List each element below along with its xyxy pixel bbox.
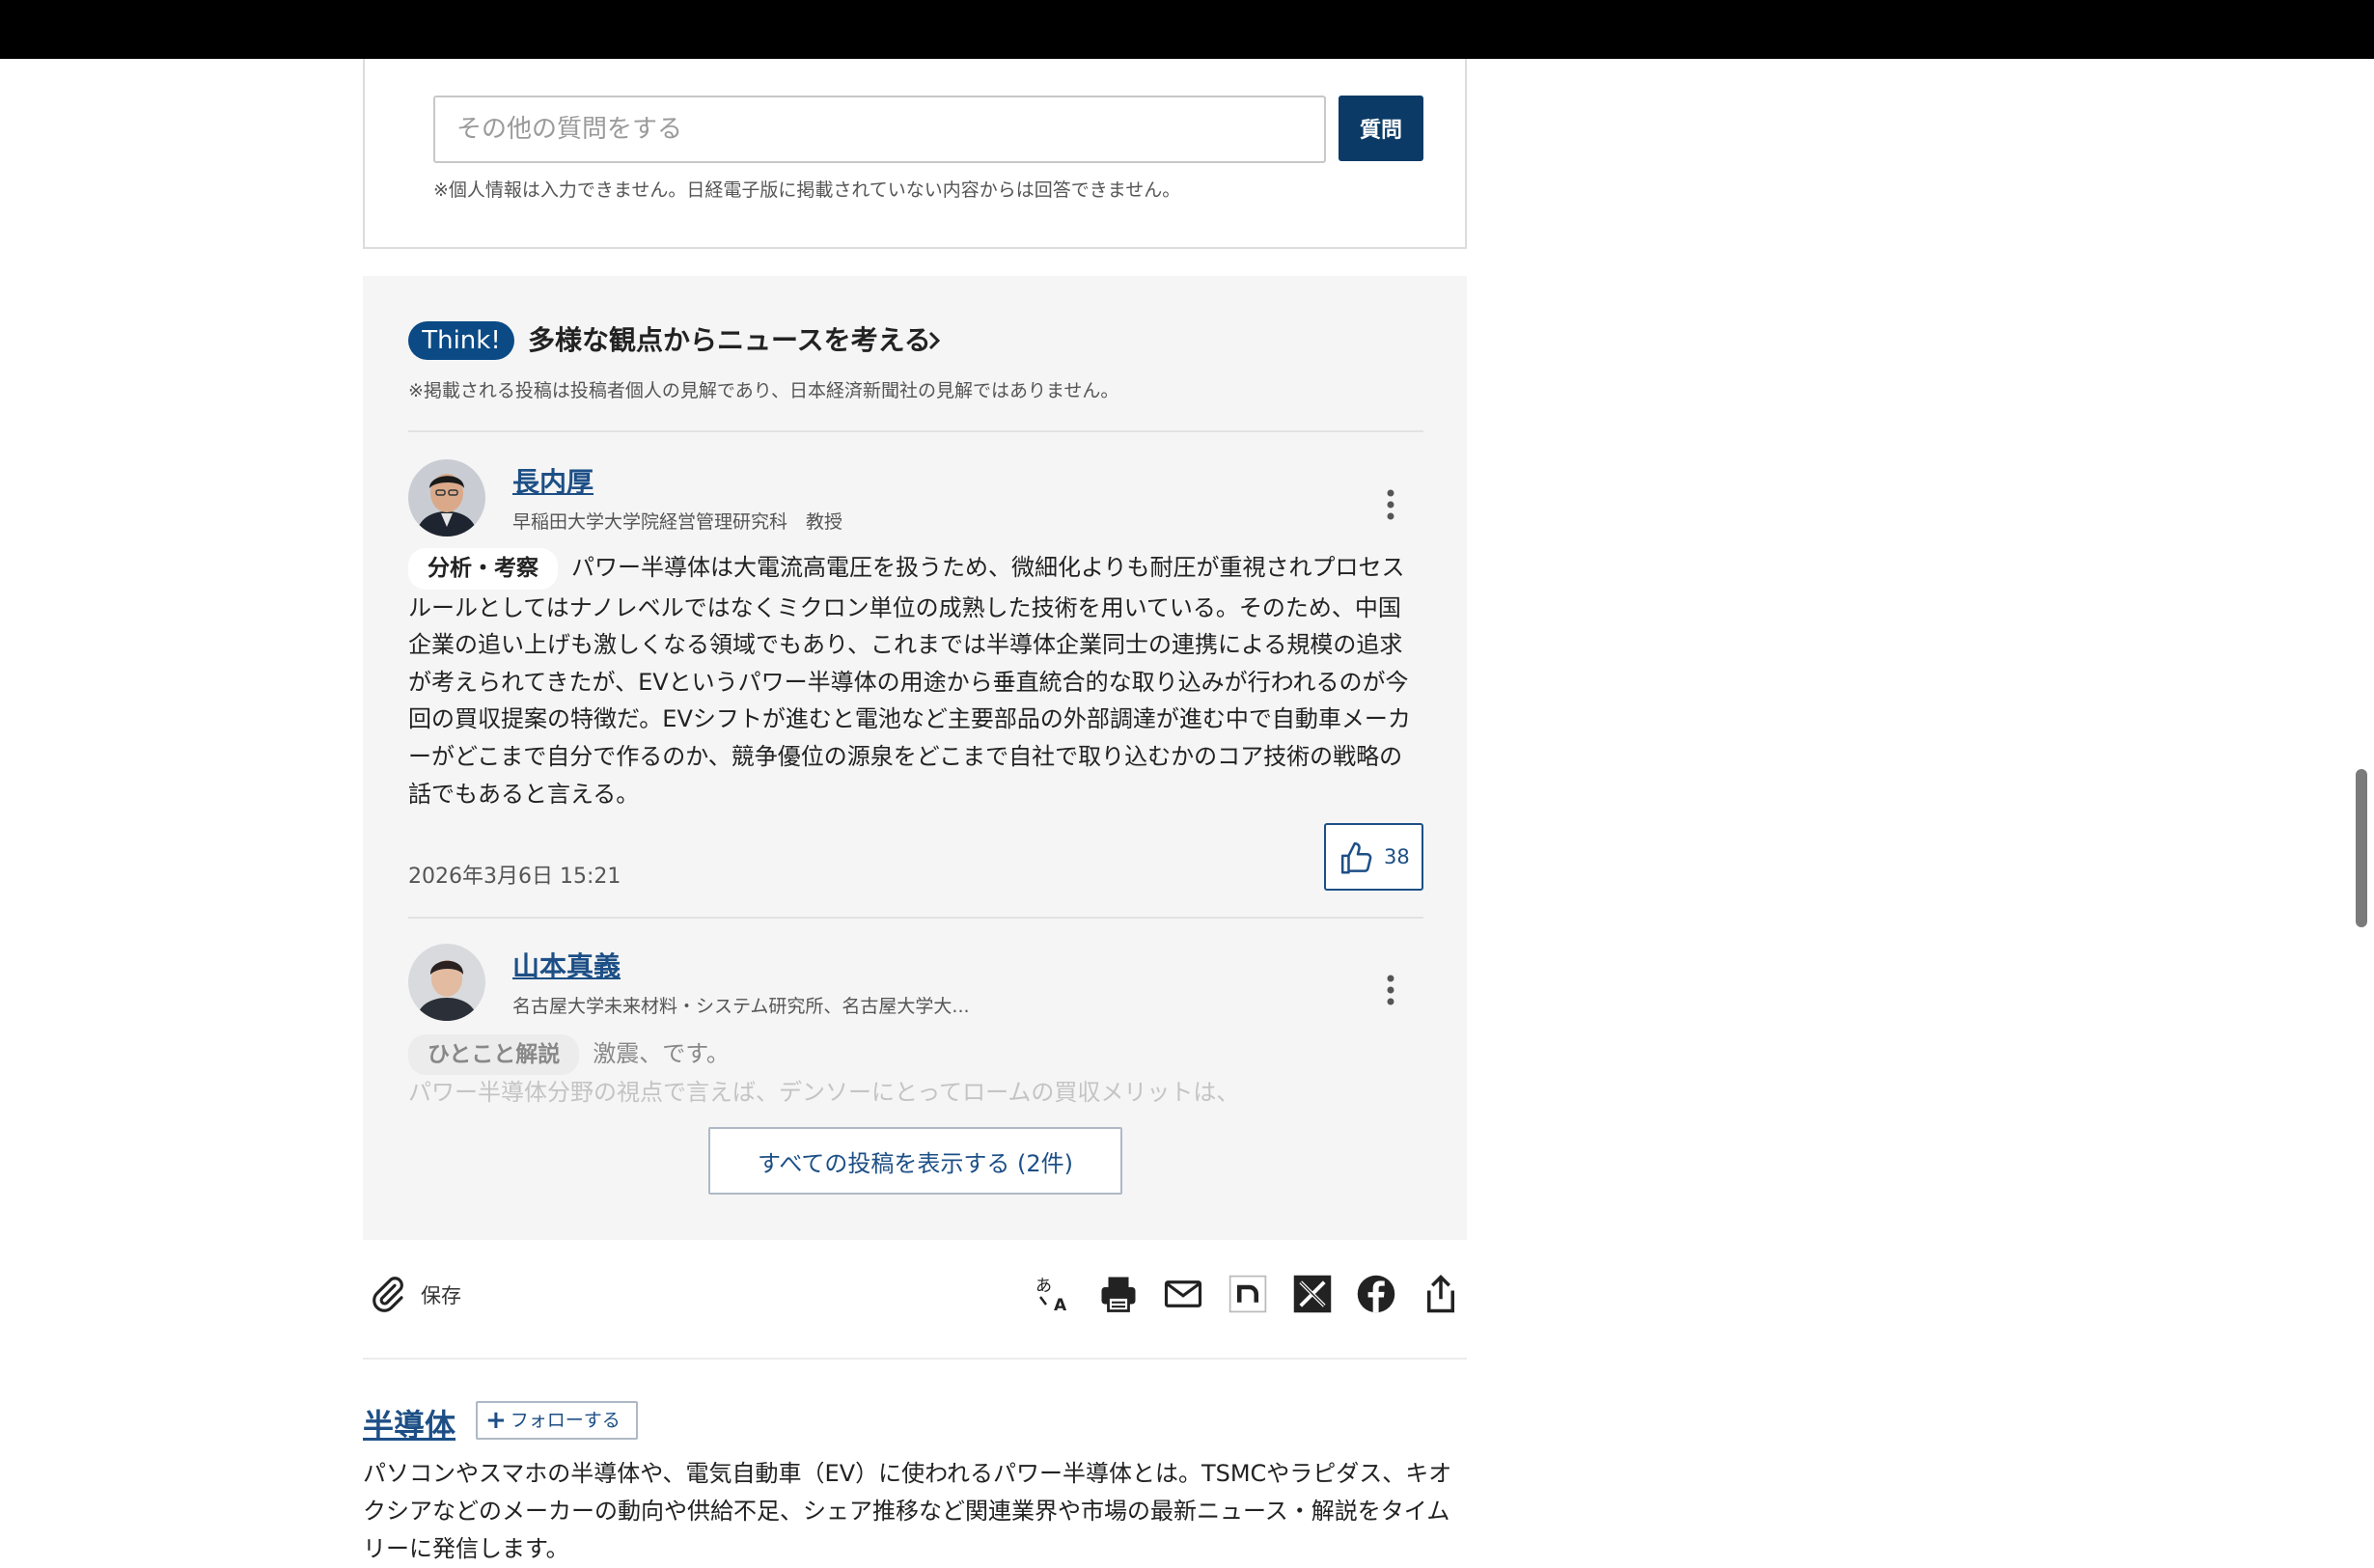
facebook-icon[interactable] [1356, 1274, 1396, 1314]
translate-icon[interactable]: あ A [1033, 1274, 1073, 1314]
post-body-preview: ひとこと解説 激震、です。 パワー半導体分野の視点で言えば、デンソーにとってローム… [408, 1034, 1423, 1104]
author-affiliation: 早稲田大学大学院経営管理研究科 教授 [512, 511, 843, 533]
browser-top-bar [0, 0, 2374, 59]
x-icon[interactable] [1292, 1274, 1333, 1314]
svg-text:A: A [1054, 1296, 1067, 1314]
topic-description: パソコンやスマホの半導体や、電気自動車（EV）に使われるパワー半導体とは。TSM… [363, 1460, 1452, 1562]
divider [408, 430, 1423, 432]
save-button[interactable]: 保存 [421, 1280, 461, 1309]
topic-title-link[interactable]: 半導体 [363, 1401, 455, 1445]
post-tag: ひとこと解説 [408, 1034, 580, 1075]
think-badge: Think! [408, 321, 514, 360]
share-icon[interactable] [1421, 1274, 1461, 1314]
like-count: 38 [1384, 845, 1410, 868]
like-button[interactable]: 38 [1324, 823, 1423, 891]
question-input[interactable] [433, 96, 1326, 163]
divider [408, 917, 1423, 919]
paperclip-icon[interactable] [368, 1274, 408, 1314]
post-tag: 分析・考察 [408, 548, 558, 590]
print-icon[interactable] [1098, 1274, 1139, 1314]
avatar[interactable] [408, 944, 485, 1021]
plus-icon: + [485, 1406, 507, 1436]
author-name-link[interactable]: 山本真義 [512, 946, 621, 984]
divider [363, 1358, 1467, 1360]
follow-button[interactable]: + フォローする [476, 1401, 638, 1440]
svg-text:あ: あ [1035, 1277, 1052, 1296]
post-text: パワー半導体は大電流高電圧を扱うため、微細化よりも耐圧が重視されプロセスルールと… [408, 554, 1411, 808]
post-text-faded: パワー半導体分野の視点で言えば、デンソーにとってロームの買収メリットは、 [408, 1079, 1240, 1104]
question-submit-button[interactable]: 質問 [1339, 96, 1423, 161]
person-photo-icon [408, 944, 485, 1021]
chevron-right-icon[interactable] [924, 330, 945, 351]
author-affiliation: 名古屋大学未来材料・システム研究所、名古屋大学大... [512, 996, 970, 1017]
avatar[interactable] [408, 459, 485, 536]
show-all-posts-button[interactable]: すべての投稿を表示する (2件) [708, 1127, 1122, 1195]
post-body: 分析・考察 パワー半導体は大電流高電圧を扱うため、微細化よりも耐圧が重視されプロセ… [408, 548, 1423, 812]
think-title-link[interactable]: 多様な観点からニュースを考える [528, 321, 931, 360]
question-disclaimer: ※個人情報は入力できません。日経電子版に掲載されていない内容からは回答できません… [433, 179, 1181, 201]
more-options-icon[interactable] [1381, 488, 1400, 521]
think-disclaimer: ※掲載される投稿は投稿者個人の見解であり、日本経済新聞社の見解ではありません。 [408, 380, 1119, 401]
person-photo-icon [408, 459, 485, 536]
more-options-icon[interactable] [1381, 974, 1400, 1006]
note-icon[interactable] [1228, 1274, 1268, 1314]
post-date: 2026年3月6日 15:21 [408, 865, 621, 889]
thumbs-up-icon [1340, 841, 1372, 874]
author-name-link[interactable]: 長内厚 [512, 461, 594, 500]
post-text: 激震、です。 [593, 1040, 730, 1067]
follow-label: フォローする [510, 1409, 621, 1431]
mail-icon[interactable] [1163, 1274, 1203, 1314]
scrollbar-thumb[interactable] [2356, 769, 2367, 927]
